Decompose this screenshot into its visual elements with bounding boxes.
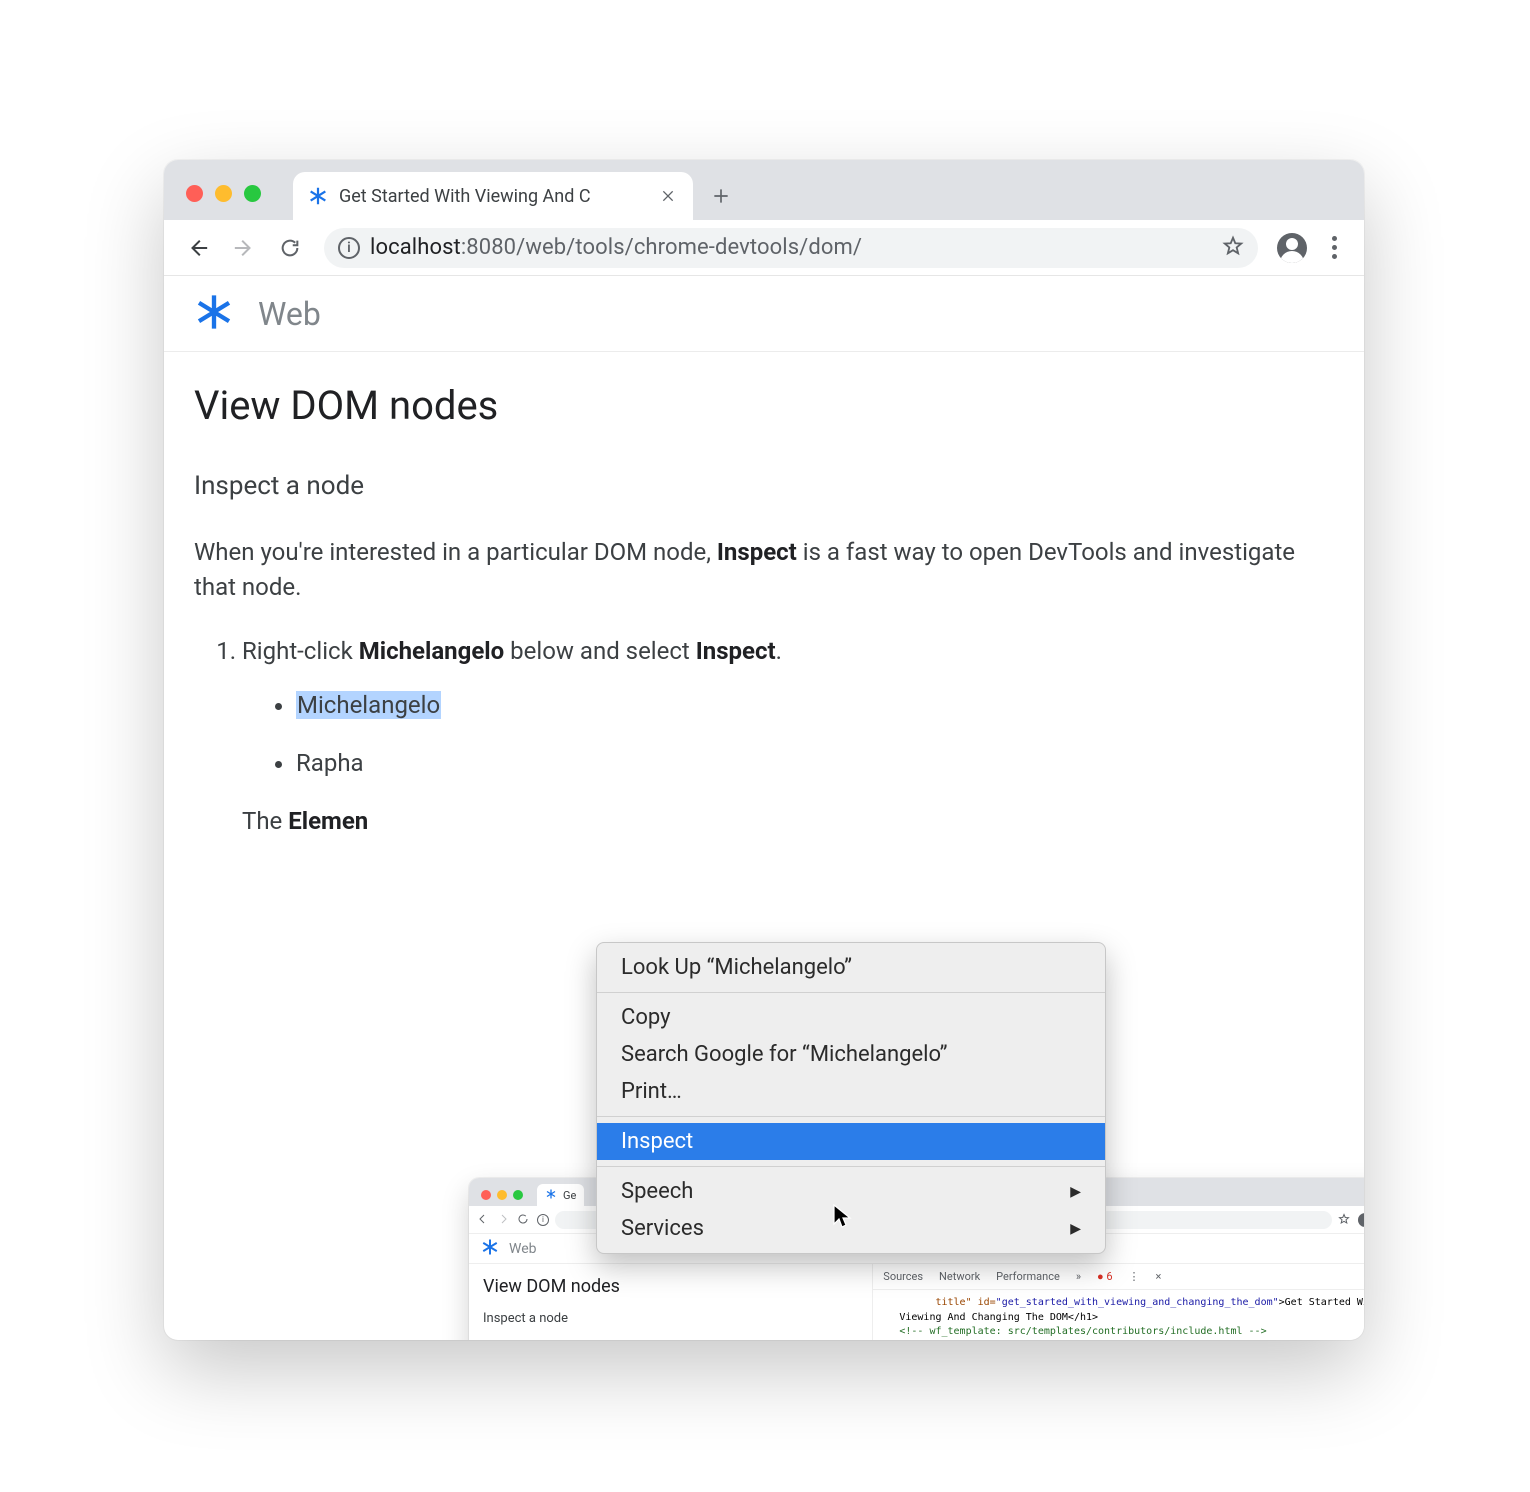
context-menu-copy[interactable]: Copy xyxy=(597,999,1105,1036)
browser-window: Get Started With Viewing And C i localho… xyxy=(164,160,1364,1340)
page-content: View DOM nodes Inspect a node When you'r… xyxy=(164,352,1364,839)
devtools-error-count: ● 6 xyxy=(1097,1270,1113,1283)
nested-page-content: View DOM nodes Inspect a node When you'r… xyxy=(469,1264,873,1340)
close-window-button xyxy=(481,1190,491,1200)
nested-site-title: Web xyxy=(509,1241,537,1257)
devtools-more: » xyxy=(1076,1270,1081,1283)
step-1: Right-click Michelangelo below and selec… xyxy=(242,633,1334,839)
context-menu-speech[interactable]: Speech▶ xyxy=(597,1173,1105,1210)
browser-menu-button[interactable] xyxy=(1318,228,1350,268)
submenu-arrow-icon: ▶ xyxy=(1070,1221,1081,1237)
minimize-window-button[interactable] xyxy=(215,185,232,202)
back-icon xyxy=(477,1213,491,1227)
site-info-icon: i xyxy=(537,1214,549,1226)
tab-strip: Get Started With Viewing And C xyxy=(164,160,1364,220)
devtools-close-icon: × xyxy=(1156,1270,1162,1283)
context-menu-separator xyxy=(597,1166,1105,1167)
tab-close-icon[interactable] xyxy=(657,185,679,207)
context-menu-separator xyxy=(597,992,1105,993)
zoom-window-button xyxy=(513,1190,523,1200)
minimize-window-button xyxy=(497,1190,507,1200)
site-info-icon[interactable]: i xyxy=(338,237,360,259)
steps-list: Right-click Michelangelo below and selec… xyxy=(194,633,1334,839)
nested-tab: Ge xyxy=(537,1184,584,1206)
bookmark-icon[interactable] xyxy=(1222,235,1244,261)
profile-avatar[interactable] xyxy=(1272,228,1312,268)
page-h2: Inspect a node xyxy=(194,471,1334,501)
tab-title: Get Started With Viewing And C xyxy=(339,186,647,207)
browser-toolbar: i localhost:8080/web/tools/chrome-devtoo… xyxy=(164,220,1364,276)
context-menu: Look Up “Michelangelo” Copy Search Googl… xyxy=(596,942,1106,1254)
devtools-elements-source: title" id="get_started_with_viewing_and_… xyxy=(873,1290,1364,1340)
devtools-tab-network: Network xyxy=(939,1270,980,1283)
context-menu-separator xyxy=(597,1116,1105,1117)
context-menu-print[interactable]: Print… xyxy=(597,1073,1105,1110)
submenu-arrow-icon: ▶ xyxy=(1070,1184,1081,1200)
browser-tab[interactable]: Get Started With Viewing And C xyxy=(293,172,693,220)
avatar-icon xyxy=(1277,233,1307,263)
site-logo-icon xyxy=(481,1238,499,1259)
forward-icon xyxy=(497,1213,511,1227)
close-window-button[interactable] xyxy=(186,185,203,202)
window-controls xyxy=(176,185,271,220)
page-h1: View DOM nodes xyxy=(194,382,1334,429)
address-bar[interactable]: i localhost:8080/web/tools/chrome-devtoo… xyxy=(324,228,1258,268)
devtools-tab-performance: Performance xyxy=(996,1270,1060,1283)
site-title: Web xyxy=(258,295,321,333)
context-menu-lookup[interactable]: Look Up “Michelangelo” xyxy=(597,949,1105,986)
nested-paragraph: When you're interested in a particular D… xyxy=(483,1338,858,1340)
context-menu-services[interactable]: Services▶ xyxy=(597,1210,1105,1247)
context-menu-inspect[interactable]: Inspect xyxy=(597,1123,1105,1160)
tab-favicon xyxy=(307,185,329,207)
new-tab-button[interactable] xyxy=(701,176,741,216)
list-item[interactable]: Michelangelo xyxy=(296,687,1334,723)
highlighted-text: Michelangelo xyxy=(296,691,441,719)
site-logo-icon xyxy=(194,292,234,336)
nested-h1: View DOM nodes xyxy=(483,1276,858,1297)
url-text: localhost:8080/web/tools/chrome-devtools… xyxy=(370,235,862,260)
nested-h2: Inspect a node xyxy=(483,1311,858,1326)
nested-tab-title: Ge xyxy=(563,1189,576,1202)
list-item[interactable]: Rapha xyxy=(296,745,1334,781)
artist-list: Michelangelo Rapha xyxy=(242,687,1334,781)
devtools-panel: Sources Network Performance » ● 6 ⋮ × ti… xyxy=(873,1264,1364,1340)
site-header: Web xyxy=(164,276,1364,352)
zoom-window-button[interactable] xyxy=(244,185,261,202)
star-icon xyxy=(1338,1213,1352,1227)
devtools-tabs: Sources Network Performance » ● 6 ⋮ × xyxy=(873,1264,1364,1290)
back-button[interactable] xyxy=(178,228,218,268)
reload-button[interactable] xyxy=(270,228,310,268)
avatar-icon xyxy=(1358,1213,1364,1227)
step-result: The Elemen xyxy=(242,803,1334,839)
tab-favicon xyxy=(545,1188,557,1203)
reload-icon xyxy=(517,1213,531,1227)
intro-paragraph: When you're interested in a particular D… xyxy=(194,535,1334,605)
devtools-kebab-icon: ⋮ xyxy=(1129,1270,1140,1283)
context-menu-search[interactable]: Search Google for “Michelangelo” xyxy=(597,1036,1105,1073)
forward-button[interactable] xyxy=(224,228,264,268)
devtools-tab-sources: Sources xyxy=(883,1270,923,1283)
